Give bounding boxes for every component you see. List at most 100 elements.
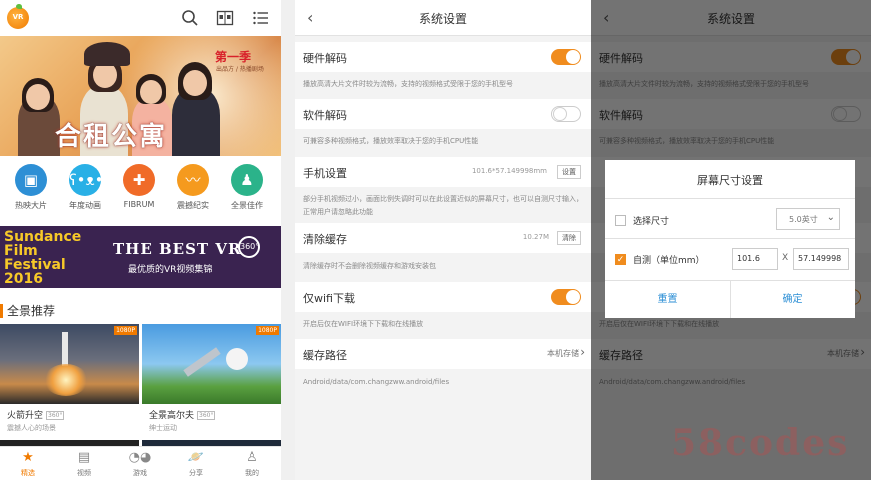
watermark: 58codes [671,422,850,464]
category-label: 全景佳作 [231,201,263,210]
video-icon: ▤ [77,450,91,465]
user-icon: ♙ [246,450,258,465]
category-item[interactable]: ✚ FIBRUM [114,164,164,209]
gamepad-icon: ◔◕ [128,450,152,465]
star-icon: ★ [22,450,34,465]
banner-season: 第一季 [215,50,252,64]
tab-video[interactable]: ▤ 视频 [56,450,112,478]
tab-games[interactable]: ◔◕ 游戏 [112,450,168,478]
film-icon: ▣ [15,164,47,196]
ad-subtitle: 最优质的VR视频集锦 [128,265,213,275]
card-subtitle: 绅士运动 [149,424,177,432]
category-row: ▣ 热映大片 ʕ•ᴥ•ʔ 年度动画 ✚ FIBRUM 〰 震撼纪实 ♟ 全景佳作 [0,160,281,220]
setting-label: 手机设置 [303,167,347,180]
card-subtitle: 震撼人心的场景 [7,424,56,432]
category-label: FIBRUM [123,200,155,209]
360-badge: 360° [238,236,260,258]
ad-title: THE BEST VR [113,240,242,258]
golf-thumbnail: 1080P [142,324,281,404]
video-card[interactable]: 1080P 火箭升空 360° 震撼人心的场景 [0,324,139,433]
card-title: 火箭升空 [7,411,44,421]
reset-button[interactable]: 重置 [605,282,730,318]
setting-desc: 播放高清大片文件时较为流畅，支持的视频格式受限于您的手机型号 [303,80,513,88]
setting-label: 仅wifi下载 [303,292,355,305]
sundance-logo: Sundance Film Festival 2016 [0,226,108,288]
setting-label: 软件解码 [303,109,347,122]
list-menu-icon[interactable] [252,9,270,27]
confirm-button[interactable]: 确定 [730,282,855,318]
bear-icon: ʕ•ᴥ•ʔ [69,164,111,196]
category-item[interactable]: ♟ 全景佳作 [222,164,272,211]
card-tag: 360° [197,411,216,420]
category-item[interactable]: ▣ 热映大片 [6,164,56,211]
home-top-bar: VR [0,0,281,36]
hardware-decode-row: 硬件解码 [295,42,591,72]
settings-header: ‹ 系统设置 [295,0,591,36]
quality-badge: 1080P [256,326,279,335]
setting-label: 清除缓存 [303,233,347,246]
dialog-title: 屏幕尺寸设置 [697,174,763,187]
rocket-thumbnail: 1080P [0,324,139,404]
person-icon: ♟ [231,164,263,196]
quality-badge: 1080P [114,326,137,335]
size-select[interactable]: 5.0英寸 ⌄ [776,208,840,230]
setting-desc: 可兼容多种视频格式，播放效率取决于您的手机CPU性能 [303,137,479,145]
settings-dialog-screen: ‹ 系统设置 硬件解码 播放高清大片文件时较为流畅，支持的视频格式受限于您的手机… [591,0,871,480]
width-input[interactable]: 101.6 [732,248,778,270]
section-header: 全景推荐 [0,302,281,320]
setting-desc: 部分手机视频过小，画面比例失调时可以在此设置近似的屏幕尺寸，也可以自测尺寸输入，… [303,195,583,216]
tab-mine[interactable]: ♙ 我的 [224,450,280,478]
category-label: 年度动画 [69,201,101,210]
category-item[interactable]: ʕ•ᴥ•ʔ 年度动画 [60,164,111,211]
wifi-only-row: 仅wifi下载 [295,282,591,312]
gamepad-icon: ✚ [123,164,155,196]
phone-setting-row: 手机设置 101.6*57.149998mm 设置 [295,157,591,187]
software-decode-row: 软件解码 [295,99,591,129]
screen-size-value: 101.6*57.149998mm [471,167,547,175]
setting-desc: 清除缓存时不会删除视频缓存和游戏安装包 [303,262,436,270]
section-title: 全景推荐 [7,304,56,318]
banner-season-sub: 出品方 / 热播剧场 [216,66,264,73]
hero-banner[interactable]: 第一季 出品方 / 热播剧场 合租公寓 [0,36,281,156]
card-tag: 360° [46,411,65,420]
banner-title: 合租公寓 [55,122,168,152]
setting-label: 硬件解码 [303,52,347,65]
vr-mode-icon[interactable] [216,9,234,27]
cache-path-row[interactable]: 缓存路径 本机存储 › [295,339,591,369]
bottom-tab-bar: ★ 精选 ▤ 视频 ◔◕ 游戏 🪐 分享 ♙ 我的 [0,446,281,480]
select-size-label: 选择尺寸 [633,217,670,227]
custom-size-checkbox[interactable]: ✓ [615,254,626,265]
cache-path-text: Android/data/com.changzww.android/files [303,378,450,386]
clear-cache-button[interactable]: 清除 [557,231,581,245]
hardware-decode-toggle[interactable] [551,49,581,65]
category-label: 热映大片 [15,201,47,210]
size-separator: X [782,253,789,263]
home-screen: VR 第一季 出品方 / 热播剧场 合租公寓 ▣ 热映大片 ʕ•ᴥ•ʔ 年度动画… [0,0,281,480]
tab-share[interactable]: 🪐 分享 [168,450,224,478]
app-logo: VR [7,4,29,29]
chevron-down-icon: ⌄ [826,212,835,223]
planet-icon: 🪐 [187,450,205,465]
custom-size-label: 自测（单位mm） [633,256,705,266]
settings-screen: ‹ 系统设置 硬件解码 播放高清大片文件时较为流畅，支持的视频格式受限于您的手机… [295,0,591,480]
setting-desc: 开启后仅在WIFI环境下下载和在线播放 [303,320,424,328]
card-title: 全景高尔夫 [149,411,195,421]
setting-label: 缓存路径 [303,349,347,362]
page-title: 系统设置 [418,12,467,26]
category-item[interactable]: 〰 震撼纪实 [168,164,218,211]
dolphin-icon: 〰 [177,164,209,196]
video-card[interactable]: 1080P 全景高尔夫 360° 绅士运动 [142,324,281,433]
select-size-checkbox[interactable] [615,215,626,226]
clear-cache-row: 清除缓存 10.27M 清除 [295,223,591,253]
cache-path-value: 本机存储 [547,349,579,358]
search-icon[interactable] [181,9,199,27]
screen-size-dialog: 屏幕尺寸设置 选择尺寸 5.0英寸 ⌄ ✓ 自测（单位mm） 101.6 X 5… [605,160,855,318]
software-decode-toggle[interactable] [551,106,581,122]
height-input[interactable]: 57.149998 [793,248,849,270]
phone-setting-button[interactable]: 设置 [557,165,581,179]
promo-ad-banner[interactable]: Sundance Film Festival 2016 THE BEST VR … [0,226,281,288]
category-label: 震撼纪实 [177,201,209,210]
tab-featured[interactable]: ★ 精选 [0,450,56,478]
wifi-only-toggle[interactable] [551,289,581,305]
chevron-right-icon: › [580,345,585,359]
